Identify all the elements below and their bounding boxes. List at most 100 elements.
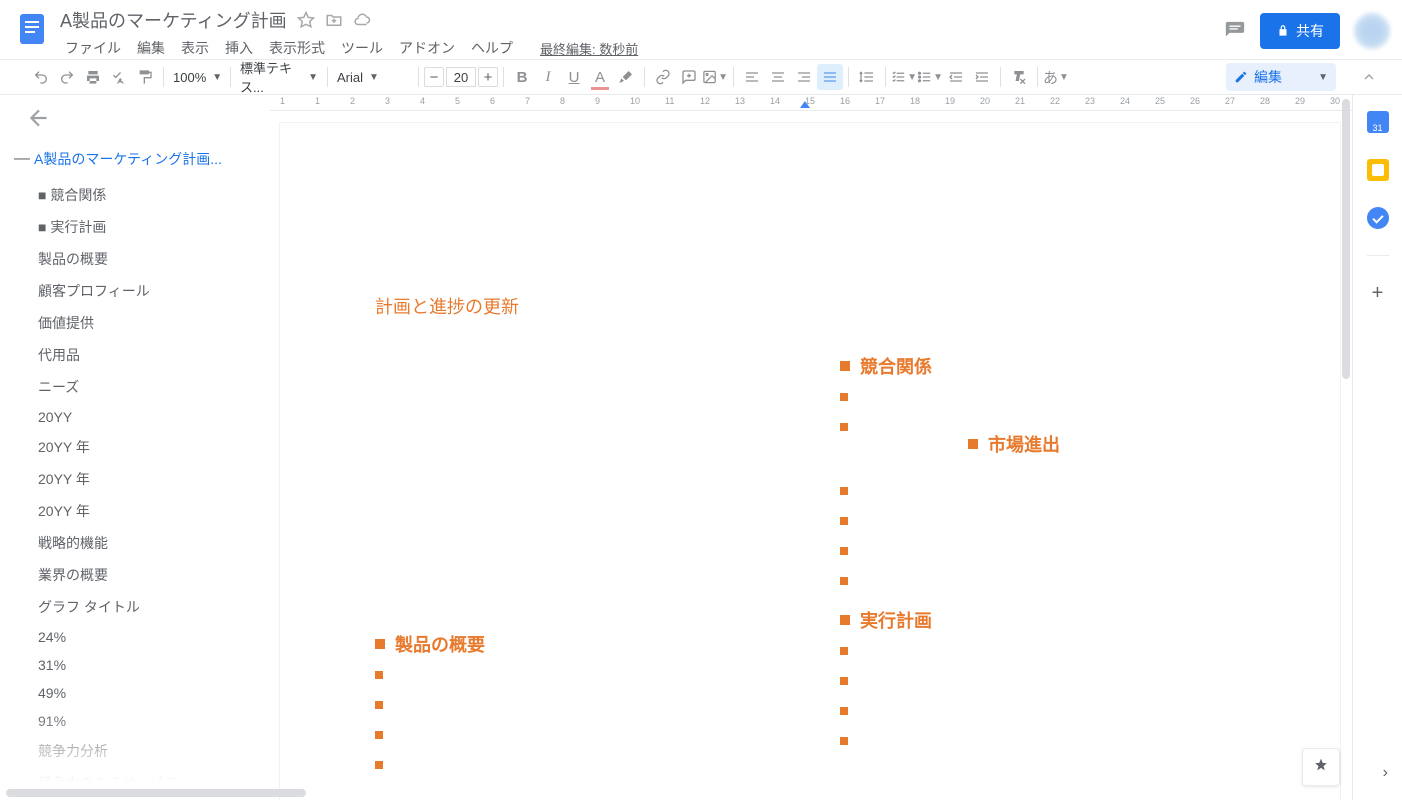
vertical-scrollbar[interactable] bbox=[1339, 95, 1352, 800]
checklist-icon[interactable]: ▼ bbox=[891, 64, 917, 90]
outline-item[interactable]: 20YY 年 bbox=[14, 431, 262, 463]
spellcheck-icon[interactable] bbox=[106, 64, 132, 90]
font-size-value[interactable]: 20 bbox=[446, 67, 476, 87]
outline-item[interactable]: 代用品 bbox=[14, 339, 262, 371]
outline-item[interactable]: 24% bbox=[14, 623, 262, 651]
menu-tools[interactable]: ツール bbox=[334, 36, 390, 60]
outline-item[interactable]: ニーズ bbox=[14, 371, 262, 403]
align-right-icon[interactable] bbox=[791, 64, 817, 90]
calendar-app-icon[interactable] bbox=[1367, 111, 1389, 133]
outline-title[interactable]: A製品のマーケティング計画... bbox=[34, 149, 222, 169]
outline-item[interactable]: ■ 実行計画 bbox=[14, 211, 262, 243]
font-select[interactable]: Arial▼ bbox=[333, 70, 413, 85]
outline-item[interactable]: 20YY 年 bbox=[14, 463, 262, 495]
align-justify-icon[interactable] bbox=[817, 64, 843, 90]
outdent-icon[interactable] bbox=[943, 64, 969, 90]
bullet-list-icon[interactable]: ▼ bbox=[917, 64, 943, 90]
horizontal-scrollbar[interactable] bbox=[6, 789, 306, 797]
keep-app-icon[interactable] bbox=[1367, 159, 1389, 181]
ruler-tick: 17 bbox=[875, 96, 885, 106]
move-folder-icon[interactable] bbox=[325, 11, 343, 29]
comment-add-icon[interactable] bbox=[676, 64, 702, 90]
link-icon[interactable] bbox=[650, 64, 676, 90]
outline-item[interactable]: 顧客プロフィール bbox=[14, 275, 262, 307]
explore-button[interactable] bbox=[1302, 748, 1340, 786]
menu-insert[interactable]: 挿入 bbox=[218, 36, 260, 60]
line-spacing-icon[interactable] bbox=[854, 64, 880, 90]
outline-item[interactable]: 20YY bbox=[14, 403, 262, 431]
share-button[interactable]: 共有 bbox=[1260, 13, 1340, 49]
redo-icon[interactable] bbox=[54, 64, 80, 90]
outline-item[interactable]: ■ 競合関係 bbox=[14, 179, 262, 211]
mode-select[interactable]: 編集 ▼ bbox=[1226, 63, 1336, 91]
square-bullet-icon bbox=[840, 487, 848, 495]
last-edit-link[interactable]: 最終編集: 数秒前 bbox=[540, 39, 638, 58]
cloud-status-icon[interactable] bbox=[353, 11, 371, 29]
outline-item[interactable]: グラフ タイトル bbox=[14, 591, 262, 623]
rail-expand-icon[interactable]: › bbox=[1383, 764, 1388, 782]
square-bullet-icon bbox=[840, 737, 848, 745]
ruler-tick: 4 bbox=[420, 96, 425, 106]
docs-app-icon[interactable] bbox=[12, 9, 52, 49]
square-bullet-icon bbox=[840, 577, 848, 585]
menu-view[interactable]: 表示 bbox=[174, 36, 216, 60]
square-bullet-icon bbox=[840, 361, 850, 371]
outline-collapse-icon[interactable]: — bbox=[14, 150, 26, 168]
square-bullet-icon bbox=[375, 761, 383, 769]
paint-format-icon[interactable] bbox=[132, 64, 158, 90]
ruler-tick: 1 bbox=[280, 96, 285, 106]
outline-item[interactable]: 製品の概要 bbox=[14, 243, 262, 275]
square-bullet-icon bbox=[840, 517, 848, 525]
ruler-tick: 25 bbox=[1155, 96, 1165, 106]
menu-help[interactable]: ヘルプ bbox=[464, 36, 520, 60]
font-size-increase[interactable]: + bbox=[478, 67, 498, 87]
underline-icon[interactable]: U bbox=[561, 64, 587, 90]
ruler-tick: 15 bbox=[805, 96, 815, 106]
outline-item[interactable]: 31% bbox=[14, 651, 262, 679]
input-method-icon[interactable]: あ▼ bbox=[1043, 64, 1069, 90]
menu-file[interactable]: ファイル bbox=[58, 36, 128, 60]
align-center-icon[interactable] bbox=[765, 64, 791, 90]
ruler-tick: 22 bbox=[1050, 96, 1060, 106]
ruler-tick: 6 bbox=[490, 96, 495, 106]
italic-icon[interactable]: I bbox=[535, 64, 561, 90]
square-bullet-icon bbox=[968, 439, 978, 449]
document-page[interactable]: 計画と進捗の更新 製品の概要 競合関係 市場進出 bbox=[280, 123, 1340, 800]
star-icon[interactable] bbox=[297, 11, 315, 29]
outline-close-icon[interactable] bbox=[26, 105, 52, 131]
toolbar: 100%▼ 標準テキス...▼ Arial▼ − 20 + B I U A ▼ … bbox=[0, 59, 1402, 95]
outline-item[interactable]: 価値提供 bbox=[14, 307, 262, 339]
image-insert-icon[interactable]: ▼ bbox=[702, 64, 728, 90]
ruler-tick: 16 bbox=[840, 96, 850, 106]
bold-icon[interactable]: B bbox=[509, 64, 535, 90]
user-avatar[interactable] bbox=[1354, 13, 1390, 49]
square-bullet-icon bbox=[375, 671, 383, 679]
document-title[interactable]: A製品のマーケティング計画 bbox=[60, 7, 287, 33]
indent-icon[interactable] bbox=[969, 64, 995, 90]
comments-icon[interactable] bbox=[1224, 20, 1246, 42]
menu-addons[interactable]: アドオン bbox=[392, 36, 462, 60]
outline-item[interactable]: 20YY 年 bbox=[14, 495, 262, 527]
square-bullet-icon bbox=[840, 647, 848, 655]
outline-item[interactable]: 91% bbox=[14, 707, 262, 735]
font-size-decrease[interactable]: − bbox=[424, 67, 444, 87]
clear-format-icon[interactable] bbox=[1006, 64, 1032, 90]
text-color-icon[interactable]: A bbox=[587, 64, 613, 90]
print-icon[interactable] bbox=[80, 64, 106, 90]
outline-item[interactable]: 戦略的機能 bbox=[14, 527, 262, 559]
menu-format[interactable]: 表示形式 bbox=[262, 36, 332, 60]
outline-item[interactable]: 競争力分析 bbox=[14, 735, 262, 767]
highlight-icon[interactable] bbox=[613, 64, 639, 90]
align-left-icon[interactable] bbox=[739, 64, 765, 90]
tasks-app-icon[interactable] bbox=[1367, 207, 1389, 229]
outline-item[interactable]: 49% bbox=[14, 679, 262, 707]
collapse-toolbar-icon[interactable] bbox=[1356, 64, 1382, 90]
menu-edit[interactable]: 編集 bbox=[130, 36, 172, 60]
outline-item[interactable]: 業界の概要 bbox=[14, 559, 262, 591]
square-bullet-icon bbox=[840, 393, 848, 401]
undo-icon[interactable] bbox=[28, 64, 54, 90]
ruler[interactable]: 1123456789101112131415161718192021222324… bbox=[270, 95, 1352, 111]
add-addon-icon[interactable]: + bbox=[1367, 282, 1389, 304]
zoom-select[interactable]: 100%▼ bbox=[169, 70, 225, 85]
style-select[interactable]: 標準テキス...▼ bbox=[236, 58, 322, 96]
